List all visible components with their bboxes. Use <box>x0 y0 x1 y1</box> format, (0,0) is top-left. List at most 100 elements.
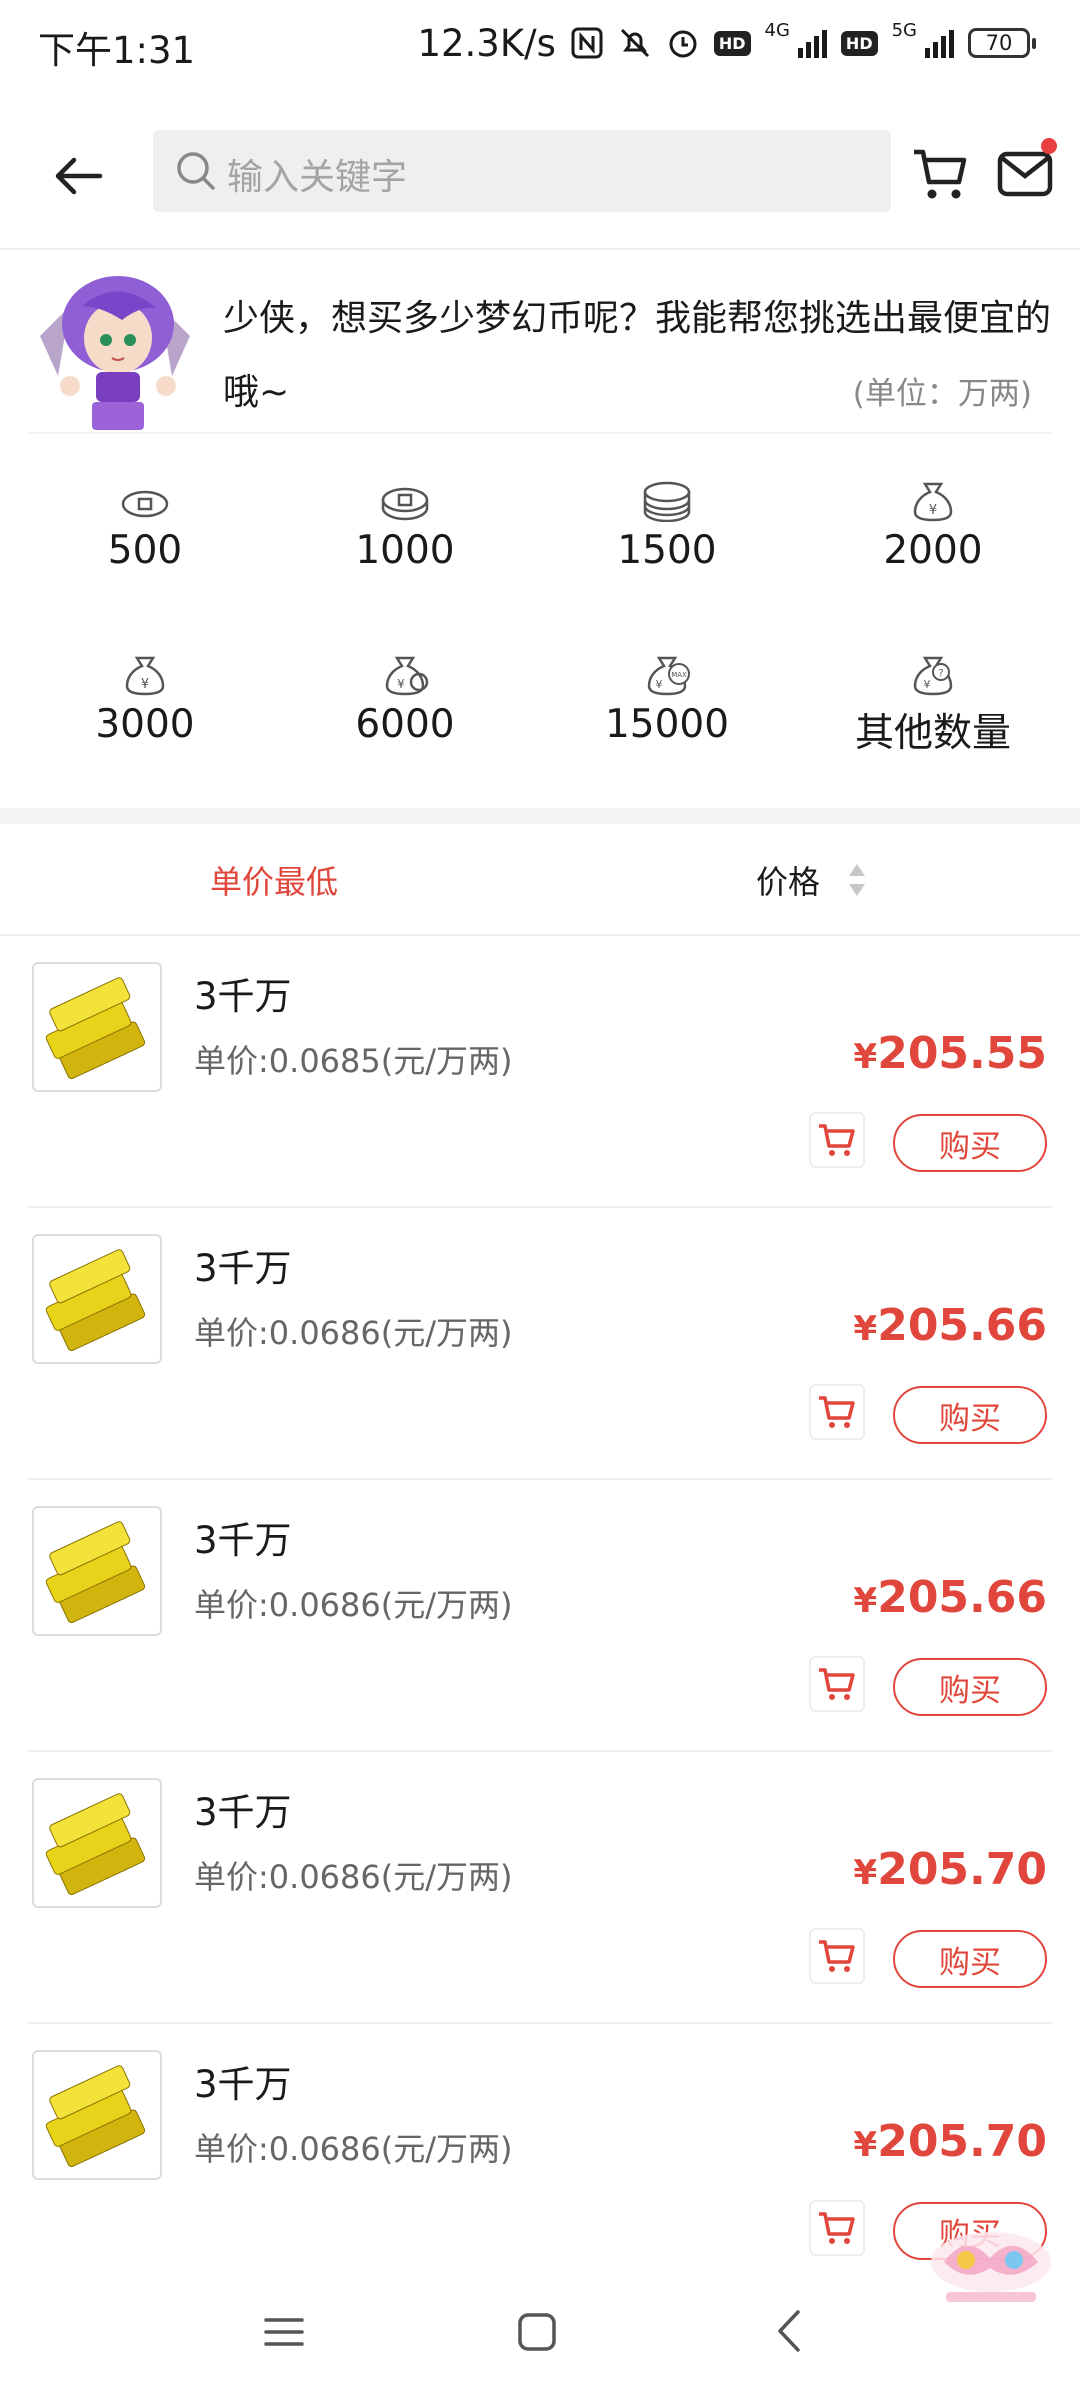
sort-bar: 单价最低 价格 <box>0 824 1080 936</box>
cart-icon[interactable] <box>910 144 970 204</box>
price-value: 205.55 <box>877 1028 1047 1079</box>
add-to-cart-button[interactable] <box>809 1928 865 1984</box>
currency-symbol: ¥ <box>853 1037 878 1077</box>
cart-icon <box>819 1396 855 1428</box>
amount-option-15000[interactable]: MAX ¥ 15000 <box>532 614 802 784</box>
notification-dot <box>1041 138 1057 154</box>
list-item[interactable]: 3千万 单价:0.0686(元/万两) ¥205.66 购买 <box>0 1480 1080 1752</box>
product-unit-price: 单价:0.0686(元/万两) <box>194 1314 513 1352</box>
product-title: 3千万 <box>194 2063 292 2106</box>
buy-button[interactable]: 购买 <box>893 1114 1047 1172</box>
amount-label: 15000 <box>604 702 730 747</box>
hint-unit: (单位：万两) <box>852 376 1032 412</box>
product-unit-price: 单价:0.0686(元/万两) <box>194 1858 513 1896</box>
amount-label: 1000 <box>355 528 455 573</box>
sort-arrows-icon[interactable] <box>846 862 868 898</box>
amount-label: 6000 <box>355 702 455 747</box>
add-to-cart-button[interactable] <box>809 1112 865 1168</box>
net-4g-label: 4G <box>764 20 790 41</box>
product-price: ¥205.66 <box>854 1300 1047 1351</box>
cart-icon <box>819 1124 855 1156</box>
coin-small-icon <box>121 490 169 518</box>
amount-label: 500 <box>107 528 183 573</box>
list-item[interactable]: 3千万 单价:0.0686(元/万两) ¥205.70 购买 <box>0 2024 1080 2296</box>
buy-button[interactable]: 购买 <box>893 1386 1047 1444</box>
money-bag-large-icon: ¥ <box>385 656 429 696</box>
product-price: ¥205.70 <box>854 1844 1047 1895</box>
currency-symbol: ¥ <box>853 2125 878 2165</box>
hd-badge-2: HD <box>840 30 878 56</box>
product-list: 3千万 单价:0.0685(元/万两) ¥205.55 购买 3千万 单价:0.… <box>0 936 1080 2296</box>
product-unit-price: 单价:0.0686(元/万两) <box>194 1586 513 1624</box>
product-title: 3千万 <box>194 1791 292 1834</box>
list-item[interactable]: 3千万 单价:0.0686(元/万两) ¥205.66 购买 <box>0 1208 1080 1480</box>
gold-bar-icon <box>45 1521 146 1623</box>
amount-option-2000[interactable]: ¥ 2000 <box>798 440 1068 610</box>
amount-option-1500[interactable]: 1500 <box>532 440 802 610</box>
assistant-hint: 少侠，想买多少梦幻币呢？我能帮您挑选出最便宜的哦~ (单位：万两) <box>28 262 1052 434</box>
alarm-icon <box>669 30 697 58</box>
amount-option-3000[interactable]: ¥ 3000 <box>10 614 280 784</box>
cart-icon <box>819 1940 855 1972</box>
cart-icon <box>819 1668 855 1700</box>
watermark-logo <box>931 2232 1051 2302</box>
back-arrow-icon[interactable] <box>50 146 110 206</box>
amount-label: 2000 <box>883 528 983 573</box>
signal-icon-2 <box>925 28 954 58</box>
money-bag-icon: ¥ <box>913 482 953 522</box>
gold-bar-icon <box>45 2065 146 2167</box>
product-unit-price: 单价:0.0686(元/万两) <box>194 2130 513 2168</box>
amount-label: 其他数量 <box>854 711 1011 756</box>
amount-label: 3000 <box>95 702 195 747</box>
amount-option-500[interactable]: 500 <box>10 440 280 610</box>
menu-icon[interactable] <box>264 2312 304 2352</box>
sort-tab-lowest-unit-price[interactable]: 单价最低 <box>210 857 338 903</box>
add-to-cart-button[interactable] <box>809 1656 865 1712</box>
section-divider <box>0 808 1080 824</box>
product-unit-price: 单价:0.0685(元/万两) <box>194 1042 513 1080</box>
gold-bar-icon <box>45 1249 146 1351</box>
nfc-icon <box>571 27 603 59</box>
amount-option-1000[interactable]: 1000 <box>270 440 540 610</box>
currency-symbol: ¥ <box>853 1581 878 1621</box>
gold-bar-icon <box>45 977 146 1079</box>
status-bar: 下午1:31 12.3K/s HD 4G HD 5G 70 <box>0 0 1080 90</box>
add-to-cart-button[interactable] <box>809 2200 865 2256</box>
list-item[interactable]: 3千万 单价:0.0685(元/万两) ¥205.55 购买 <box>0 936 1080 1208</box>
product-title: 3千万 <box>194 975 292 1018</box>
gold-bar-thumbnail <box>32 962 162 1092</box>
currency-symbol: ¥ <box>853 1853 878 1893</box>
coin-stack-large-icon <box>643 481 691 522</box>
cart-icon <box>819 2212 855 2244</box>
home-icon[interactable] <box>515 2310 559 2354</box>
buy-button[interactable]: 购买 <box>893 1930 1047 1988</box>
list-item[interactable]: 3千万 单价:0.0686(元/万两) ¥205.70 购买 <box>0 1752 1080 2024</box>
gold-bar-thumbnail <box>32 1778 162 1908</box>
gold-bar-icon <box>45 1793 146 1895</box>
gold-bar-thumbnail <box>32 2050 162 2180</box>
svg-text:¥: ¥ <box>397 677 405 691</box>
system-nav-bar <box>0 2280 1080 2400</box>
status-time: 下午1:31 <box>38 29 196 72</box>
add-to-cart-button[interactable] <box>809 1384 865 1440</box>
amount-option-6000[interactable]: ¥ 6000 <box>270 614 540 784</box>
signal-icon <box>797 28 827 58</box>
product-price: ¥205.66 <box>854 1572 1047 1623</box>
svg-text:MAX: MAX <box>671 671 687 679</box>
nav-back-icon[interactable] <box>770 2308 810 2354</box>
svg-text:¥: ¥ <box>929 503 937 518</box>
net-5g-label: 5G <box>891 20 917 41</box>
amount-option-other[interactable]: ? ¥ 其他数量 <box>798 614 1068 784</box>
hd-badge: HD <box>713 30 751 56</box>
net-speed: 12.3K/s <box>417 21 556 65</box>
svg-text:¥: ¥ <box>141 677 149 692</box>
gold-bar-thumbnail <box>32 1234 162 1364</box>
money-bag-icon: ¥ <box>125 656 165 696</box>
sort-tab-price[interactable]: 价格 <box>756 857 820 903</box>
amount-grid: 500 1000 1500 ¥ 2000 ¥ 3000 ¥ 6000 MAX ¥ … <box>0 440 1080 802</box>
currency-symbol: ¥ <box>853 1309 878 1349</box>
search-input[interactable]: 输入关键字 <box>153 130 891 212</box>
buy-button[interactable]: 购买 <box>893 1658 1047 1716</box>
amount-label: 1500 <box>617 528 717 573</box>
price-value: 205.66 <box>877 1300 1047 1351</box>
